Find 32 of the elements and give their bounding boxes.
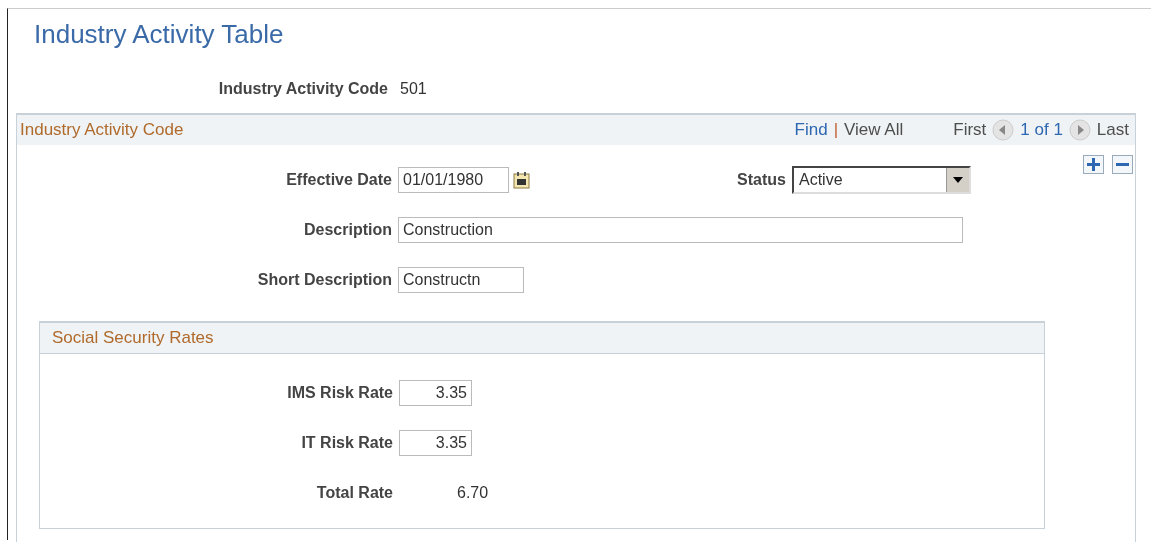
last-link[interactable]: Last — [1096, 120, 1129, 140]
rate-field[interactable]: 3.35 — [399, 380, 472, 406]
page-counter: 1 of 1 — [1020, 120, 1063, 140]
field-label: Industry Activity Code — [217, 80, 389, 98]
caret-icon — [953, 177, 963, 183]
field-label: Effective Date — [285, 171, 393, 189]
field-label: Total Rate — [315, 484, 394, 502]
section-title: Industry Activity Code — [20, 120, 184, 140]
field-label: Description — [303, 221, 393, 239]
calendar-icon[interactable] — [513, 171, 530, 189]
field-label: Short Description — [256, 271, 393, 289]
previous-icon[interactable] — [992, 119, 1015, 141]
rate-field[interactable]: 3.35 — [399, 430, 472, 456]
subsection-title: Social Security Rates — [52, 328, 214, 348]
short-description-field[interactable]: Constructn — [398, 267, 524, 293]
page-title: Industry Activity Table — [34, 18, 285, 51]
field-label: IT Risk Rate — [300, 434, 394, 452]
delete-row-button[interactable] — [1112, 155, 1133, 174]
field-value: 501 — [400, 80, 427, 98]
date-field[interactable]: 01/01/1980 — [398, 167, 509, 193]
find-link[interactable]: Find — [794, 120, 828, 140]
first-link[interactable]: First — [953, 120, 987, 140]
view-all-link[interactable]: View All — [844, 120, 904, 140]
separator: | — [833, 120, 839, 140]
field-label: IMS Risk Rate — [286, 384, 394, 402]
field-label: Status — [736, 171, 787, 189]
add-row-button[interactable] — [1083, 155, 1104, 174]
status-dropdown[interactable]: Active — [792, 166, 971, 194]
rate-value: 6.70 — [457, 484, 489, 502]
description-field[interactable]: Construction — [398, 217, 963, 243]
plus-icon — [1087, 158, 1100, 171]
next-icon[interactable] — [1068, 119, 1091, 141]
